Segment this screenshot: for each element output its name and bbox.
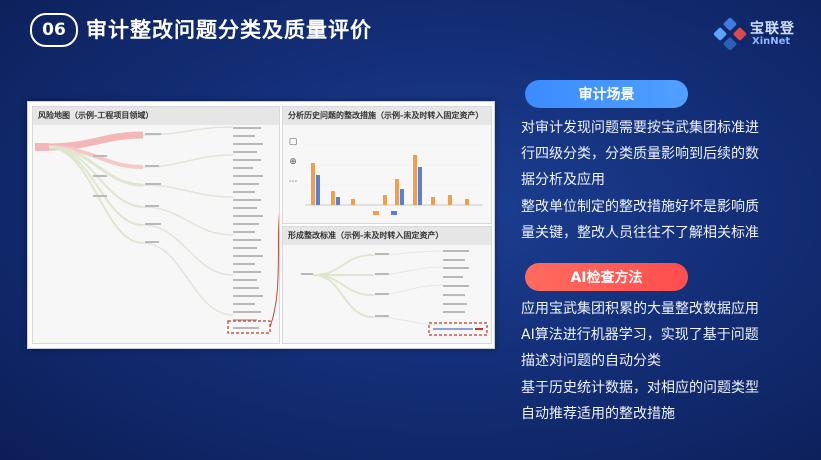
section-number-badge: 06 [30, 13, 78, 47]
history-measures-title: 分析历史问题的整改措施（示例-未及时转入固定资产） [283, 107, 491, 125]
text-line: 行四级分类，分类质量影响到后续的数 [521, 146, 759, 162]
text-line: 自动推荐适用的整改措施 [521, 406, 675, 422]
rectification-standard-panel: 形成整改标准（示例-未及时转入固定资产） [282, 226, 492, 344]
logo-text-en: XinNet [752, 36, 791, 47]
text-line: 整改单位制定的整改措施好坏是影响质 [521, 199, 759, 215]
scenario-paragraph-2: 整改单位制定的整改措施好坏是影响质 量关键，整改人员往往不了解相关标准 [521, 194, 807, 246]
text-line: 应用宝武集团积累的大量整改数据应用 [521, 301, 759, 317]
text-line: 对审计发现问题需要按宝武集团标准进 [521, 120, 759, 136]
standard-tree [301, 250, 488, 336]
risk-map-title: 风险地图（示例-工程项目领域） [33, 107, 279, 125]
slide-header: 06 审计整改问题分类及质量评价 宝联登 XinNet [0, 0, 821, 60]
company-logo: 宝联登 XinNet [712, 12, 812, 54]
screenshot-panel: 风险地图（示例-工程项目领域） 分析历史问题的整改措施（示例-未及时转入固定资产… [27, 101, 495, 349]
text-line: 据分析及应用 [521, 172, 605, 188]
history-measures-panel: 分析历史问题的整改措施（示例-未及时转入固定资产） ▢ ⊕ ⋯ [282, 106, 492, 224]
ai-paragraph-2: 基于历史统计数据，对相应的问题类型 自动推荐适用的整改措施 [521, 375, 807, 427]
ai-method-label: AI检查方法 [525, 263, 688, 291]
text-line: 量关键，整改人员往往不了解相关标准 [521, 225, 759, 241]
slide-title: 审计整改问题分类及质量评价 [86, 18, 372, 42]
rectification-standard-title: 形成整改标准（示例-未及时转入固定资产） [283, 227, 491, 245]
logo-text-cn: 宝联登 [750, 21, 795, 37]
risk-map-tree [35, 126, 279, 334]
ai-paragraph-1: 应用宝武集团积累的大量整改数据应用 AI算法进行机器学习，实现了基于问题 描述对… [521, 296, 807, 374]
logo-mark-icon [713, 17, 747, 51]
audit-scenario-label: 审计场景 [525, 80, 688, 108]
bar-chart [305, 144, 483, 215]
text-line: AI算法进行机器学习，实现了基于问题 [521, 327, 759, 343]
risk-map-panel: 风险地图（示例-工程项目领域） [32, 106, 280, 344]
text-line: 基于历史统计数据，对相应的问题类型 [521, 380, 759, 396]
text-line: 描述对问题的自动分类 [521, 353, 661, 369]
scenario-paragraph-1: 对审计发现问题需要按宝武集团标准进 行四级分类，分类质量影响到后续的数 据分析及… [521, 115, 807, 193]
